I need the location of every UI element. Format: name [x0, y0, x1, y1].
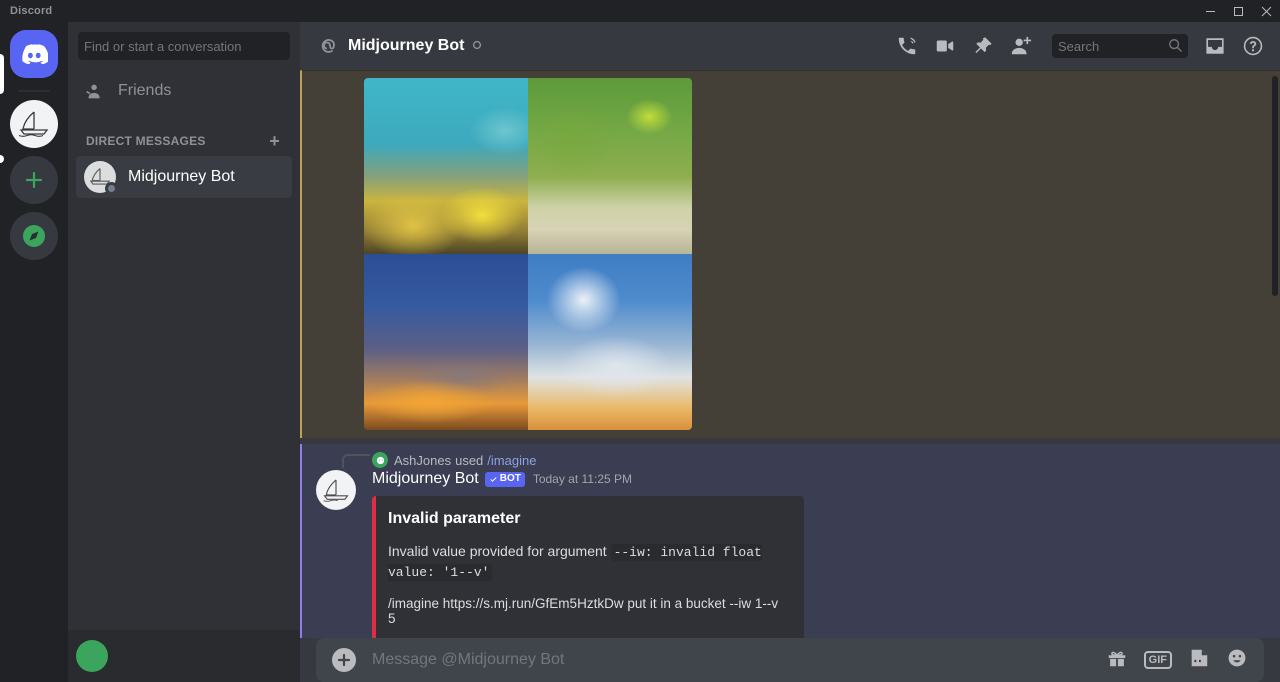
message-input[interactable]: Message @Midjourney Bot	[372, 651, 1106, 669]
sailboat-icon	[18, 111, 49, 137]
plus-circle-icon[interactable]	[332, 648, 356, 672]
quadrant-2[interactable]	[528, 78, 692, 254]
rail-separator	[18, 90, 50, 92]
avatar	[372, 452, 388, 468]
gif-icon[interactable]: GIF	[1143, 651, 1172, 669]
message-list[interactable]: AshJones used /imagine Midjourney Bot BO…	[300, 70, 1280, 638]
sidebar-item-midjourney-bot[interactable]: Midjourney Bot	[76, 156, 292, 198]
start-call-icon[interactable]	[896, 35, 918, 57]
interaction-command[interactable]: /imagine	[487, 453, 536, 468]
message-header: Midjourney Bot BOT Today at 11:25 PM	[372, 470, 1264, 488]
composer-icons: GIF	[1106, 647, 1248, 674]
plus-icon	[25, 171, 43, 189]
bot-badge: BOT	[484, 471, 525, 487]
message-author[interactable]: Midjourney Bot	[372, 470, 479, 488]
avatar	[84, 161, 118, 195]
interaction-user[interactable]: AshJones	[394, 453, 451, 468]
compass-icon	[23, 225, 45, 247]
title-bar: Discord	[0, 0, 1280, 22]
sticker-icon[interactable]	[1188, 647, 1210, 674]
header-actions: Search	[896, 34, 1272, 58]
close-icon[interactable]	[1252, 0, 1280, 22]
active-server-pill	[0, 54, 4, 94]
at-icon	[316, 34, 340, 58]
server-rail	[0, 22, 68, 682]
dm-sidebar: Find or start a conversation Friends DIR…	[68, 22, 300, 682]
chat-main: Midjourney Bot Search AshJones used /ima…	[300, 22, 1280, 682]
search-icon	[1168, 38, 1182, 55]
sidebar-item-midjourney-server[interactable]	[10, 100, 58, 148]
embed-description-text: Invalid value provided for argument	[388, 543, 611, 559]
add-friends-icon[interactable]	[1010, 35, 1032, 57]
bot-badge-label: BOT	[499, 473, 521, 484]
window-controls	[1196, 0, 1280, 22]
quadrant-3[interactable]	[364, 254, 528, 430]
status-badge	[105, 182, 118, 195]
avatar	[76, 640, 108, 672]
interaction-verb: used	[455, 452, 484, 468]
sidebar-item-label: Friends	[118, 82, 172, 99]
avatar[interactable]	[316, 470, 356, 510]
app-brand-label: Discord	[10, 5, 53, 17]
pinned-messages-icon[interactable]	[972, 35, 994, 57]
gift-icon[interactable]	[1106, 647, 1128, 674]
message-composer[interactable]: Message @Midjourney Bot GIF	[316, 638, 1264, 682]
message-content: Midjourney Bot BOT Today at 11:25 PM Inv…	[372, 470, 1264, 638]
message-image-grid	[300, 70, 1280, 438]
friends-icon	[84, 80, 106, 102]
maximize-icon[interactable]	[1224, 0, 1252, 22]
direct-messages-label: DIRECT MESSAGES	[86, 134, 206, 148]
message-ephemeral: AshJones used /imagine Midjourney Bot BO…	[300, 444, 1280, 638]
minimize-icon[interactable]	[1196, 0, 1224, 22]
error-embed: Invalid parameter Invalid value provided…	[372, 496, 804, 638]
unread-server-pill	[0, 155, 4, 163]
message-row: Midjourney Bot BOT Today at 11:25 PM Inv…	[316, 470, 1264, 638]
search-placeholder: Search	[1058, 38, 1100, 54]
reply-spine	[342, 454, 370, 468]
discord-logo-icon	[22, 44, 48, 64]
message-timestamp: Today at 11:25 PM	[532, 472, 632, 486]
explore-servers-button[interactable]	[10, 212, 58, 260]
sidebar-list: Friends DIRECT MESSAGES + Midjourney Bot	[68, 70, 300, 630]
inbox-icon[interactable]	[1204, 35, 1226, 57]
discord-window: Discord Find or start a conversation Fri…	[0, 0, 1280, 682]
embed-command: /imagine https://s.mj.run/GfEm5HztkDw pu…	[388, 595, 779, 626]
embed-title: Invalid parameter	[388, 510, 521, 527]
emoji-icon[interactable]	[1226, 647, 1248, 674]
chat-search-input[interactable]: Search	[1052, 34, 1188, 58]
add-server-button[interactable]	[10, 156, 58, 204]
status-offline-icon	[472, 37, 482, 55]
interaction-line: AshJones used /imagine	[372, 452, 1264, 468]
sidebar-item-label: Midjourney Bot	[128, 168, 235, 185]
quadrant-1[interactable]	[364, 78, 528, 254]
direct-messages-header: DIRECT MESSAGES +	[76, 114, 292, 156]
sidebar-item-home[interactable]	[10, 30, 58, 78]
sidebar-search-wrap: Find or start a conversation	[68, 22, 300, 70]
chat-header: Midjourney Bot Search	[300, 22, 1280, 70]
user-panel[interactable]	[68, 630, 300, 682]
embed-description: Invalid value provided for argument --iw…	[388, 542, 788, 582]
quadrant-4[interactable]	[528, 254, 692, 430]
search-placeholder: Find or start a conversation	[84, 38, 242, 54]
message-scrollbar[interactable]	[1272, 76, 1278, 296]
sidebar-item-friends[interactable]: Friends	[76, 70, 292, 112]
create-dm-button[interactable]: +	[269, 132, 284, 150]
help-icon[interactable]	[1242, 35, 1264, 57]
midjourney-image-grid[interactable]	[364, 78, 692, 430]
search-input[interactable]: Find or start a conversation	[78, 32, 290, 60]
verified-check-icon	[490, 476, 497, 482]
video-call-icon[interactable]	[934, 35, 956, 57]
page-title: Midjourney Bot	[348, 37, 465, 54]
composer-wrap: Message @Midjourney Bot GIF	[300, 638, 1280, 682]
